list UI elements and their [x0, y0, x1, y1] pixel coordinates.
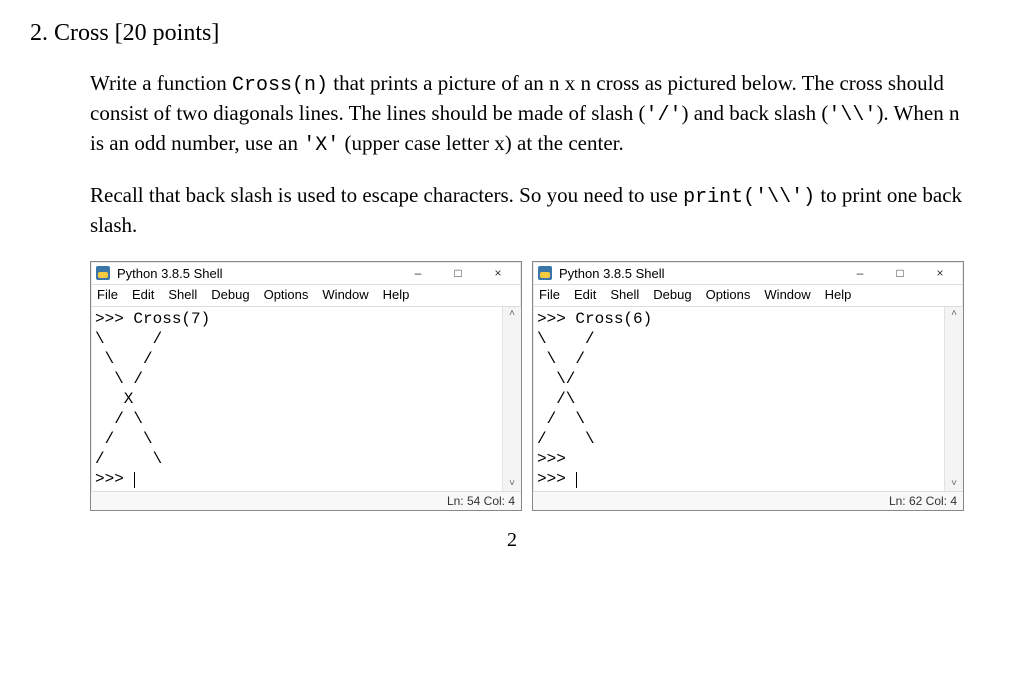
scroll-down-icon[interactable]: ˅	[509, 479, 515, 489]
python-icon	[95, 265, 111, 281]
text: ) and back slash (	[681, 101, 828, 125]
problem-header: 2. Cross [20 points]	[30, 20, 994, 47]
scroll-down-icon[interactable]: ˅	[951, 479, 957, 489]
menu-bar: File Edit Shell Debug Options Window Hel…	[91, 285, 521, 307]
problem-number: 2.	[30, 20, 48, 46]
menu-debug[interactable]: Debug	[211, 287, 249, 302]
maximize-button[interactable]: □	[441, 264, 475, 282]
menu-options[interactable]: Options	[264, 287, 309, 302]
title-bar: Python 3.8.5 Shell – □ ×	[91, 262, 521, 285]
menu-edit[interactable]: Edit	[574, 287, 596, 302]
menu-window[interactable]: Window	[322, 287, 368, 302]
python-shell-left: Python 3.8.5 Shell – □ × File Edit Shell…	[90, 261, 522, 511]
menu-debug[interactable]: Debug	[653, 287, 691, 302]
scrollbar[interactable]: ˄ ˅	[944, 307, 963, 491]
menu-shell[interactable]: Shell	[610, 287, 639, 302]
code-x: 'X'	[303, 134, 339, 157]
status-bar: Ln: 54 Col: 4	[91, 491, 521, 510]
menu-bar: File Edit Shell Debug Options Window Hel…	[533, 285, 963, 307]
shell-body: >>> Cross(6) \ / \ / \/ /\ / \ / \ >>> >…	[533, 307, 963, 491]
text: Recall that back slash is used to escape…	[90, 183, 683, 207]
code-print-backslash: print('\\')	[683, 186, 815, 209]
shell-body: >>> Cross(7) \ / \ / \ / X / \ / \ / \ >…	[91, 307, 521, 491]
close-button[interactable]: ×	[923, 264, 957, 282]
shell-text: >>> Cross(7) \ / \ / \ / X / \ / \ / \ >…	[95, 310, 210, 488]
menu-edit[interactable]: Edit	[132, 287, 154, 302]
shell-row: Python 3.8.5 Shell – □ × File Edit Shell…	[90, 261, 964, 511]
problem-title: Cross [20 points]	[54, 20, 219, 46]
menu-file[interactable]: File	[539, 287, 560, 302]
shell-output[interactable]: >>> Cross(6) \ / \ / \/ /\ / \ / \ >>> >…	[533, 307, 944, 491]
maximize-button[interactable]: □	[883, 264, 917, 282]
shell-text: >>> Cross(6) \ / \ / \/ /\ / \ / \ >>> >…	[537, 310, 652, 488]
page-number: 2	[30, 529, 994, 552]
title-bar: Python 3.8.5 Shell – □ ×	[533, 262, 963, 285]
code-slash: '/'	[645, 104, 681, 127]
status-bar: Ln: 62 Col: 4	[533, 491, 963, 510]
text-cursor	[134, 472, 135, 488]
text-cursor	[576, 472, 577, 488]
close-button[interactable]: ×	[481, 264, 515, 282]
scrollbar[interactable]: ˄ ˅	[502, 307, 521, 491]
problem-body: Write a function Cross(n) that prints a …	[90, 69, 964, 239]
text: (upper case letter x) at the center.	[339, 131, 624, 155]
text: Write a function	[90, 71, 232, 95]
menu-window[interactable]: Window	[764, 287, 810, 302]
window-title: Python 3.8.5 Shell	[559, 266, 837, 281]
menu-file[interactable]: File	[97, 287, 118, 302]
python-shell-right: Python 3.8.5 Shell – □ × File Edit Shell…	[532, 261, 964, 511]
menu-help[interactable]: Help	[825, 287, 852, 302]
minimize-button[interactable]: –	[843, 264, 877, 282]
menu-shell[interactable]: Shell	[168, 287, 197, 302]
minimize-button[interactable]: –	[401, 264, 435, 282]
code-cross-n: Cross(n)	[232, 74, 328, 97]
scroll-up-icon[interactable]: ˄	[509, 309, 515, 319]
python-icon	[537, 265, 553, 281]
scroll-up-icon[interactable]: ˄	[951, 309, 957, 319]
code-backslash: '\\'	[828, 104, 876, 127]
shell-output[interactable]: >>> Cross(7) \ / \ / \ / X / \ / \ / \ >…	[91, 307, 502, 491]
menu-help[interactable]: Help	[383, 287, 410, 302]
menu-options[interactable]: Options	[706, 287, 751, 302]
window-title: Python 3.8.5 Shell	[117, 266, 395, 281]
paragraph-1: Write a function Cross(n) that prints a …	[90, 69, 964, 159]
paragraph-2: Recall that back slash is used to escape…	[90, 181, 964, 239]
